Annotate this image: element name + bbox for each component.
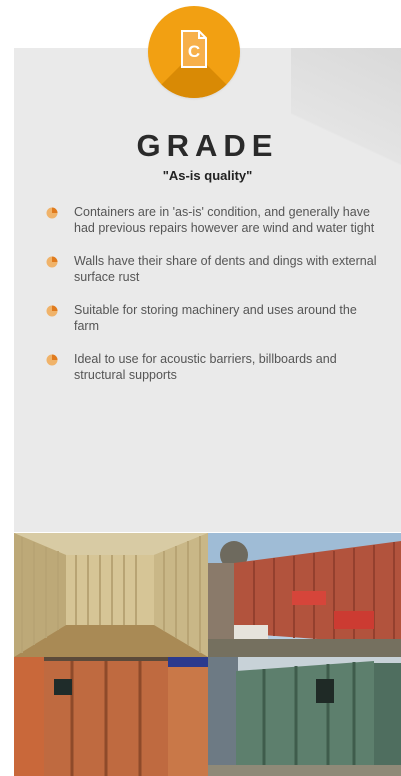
orange-bullet-icon [46,305,58,317]
feature-item: Ideal to use for acoustic barriers, bill… [44,351,384,383]
container-interior-photo [14,533,208,657]
feature-item: Walls have their share of dents and ding… [44,253,384,285]
feature-item: Suitable for storing machinery and uses … [44,302,384,334]
feature-text: Containers are in 'as-is' condition, and… [74,205,375,235]
document-icon: C [181,30,207,68]
feature-text: Suitable for storing machinery and uses … [74,303,357,333]
photo-grid [14,533,401,776]
green-container-doors-photo [208,657,401,776]
orange-container-doors-photo [14,657,208,776]
orange-bullet-icon [46,354,58,366]
feature-text: Ideal to use for acoustic barriers, bill… [74,352,337,382]
red-container-exterior-photo [208,533,401,657]
orange-bullet-icon [46,207,58,219]
feature-list: Containers are in 'as-is' condition, and… [44,204,384,400]
badge-letter: C [188,42,200,61]
grade-badge: C [148,6,240,98]
grade-title: GRADE [136,128,279,163]
grade-subtitle: "As-is quality" [162,168,253,183]
feature-item: Containers are in 'as-is' condition, and… [44,204,384,236]
feature-text: Walls have their share of dents and ding… [74,254,377,284]
orange-bullet-icon [46,256,58,268]
